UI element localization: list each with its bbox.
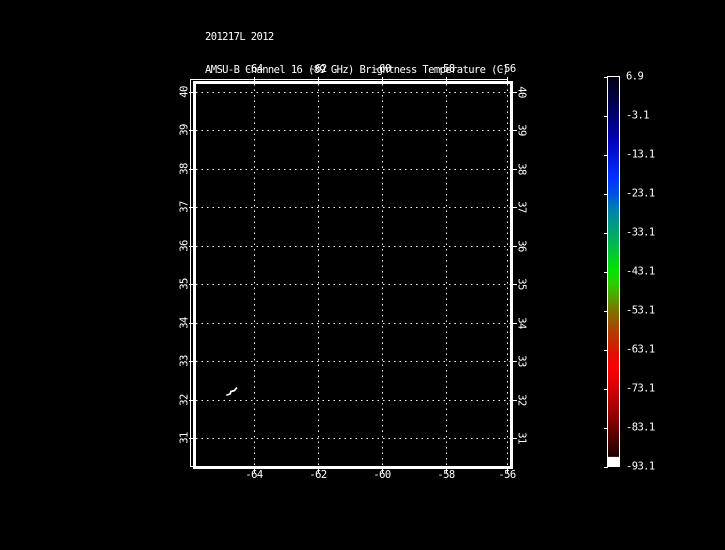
lat-label-right: 35 xyxy=(515,278,528,290)
colorbar-tick-label: -13.1 xyxy=(626,148,655,161)
tick-mark xyxy=(446,469,447,473)
colorbar-tick-label: -83.1 xyxy=(626,421,655,434)
lat-label-right: 39 xyxy=(515,124,528,136)
tick-mark xyxy=(507,77,508,81)
tick-mark xyxy=(513,130,517,131)
colorbar-tick-label: -33.1 xyxy=(626,226,655,239)
lon-gridline xyxy=(507,84,508,466)
tick-mark xyxy=(318,469,319,473)
tick-mark xyxy=(446,77,447,81)
tick-mark xyxy=(513,207,517,208)
lat-label-right: 38 xyxy=(515,163,528,175)
tick-mark xyxy=(604,350,608,351)
lon-label-top: -64 xyxy=(245,63,263,75)
tick-mark xyxy=(513,400,517,401)
tick-mark xyxy=(507,469,508,473)
tick-mark xyxy=(189,130,193,131)
lon-gridline xyxy=(254,84,255,466)
lat-label-right: 34 xyxy=(515,317,528,329)
tick-mark xyxy=(604,311,608,312)
colorbar-tick-label: -43.1 xyxy=(626,265,655,278)
bermuda-coastline-icon xyxy=(226,387,238,396)
colorbar-gradient xyxy=(607,76,620,467)
tick-mark xyxy=(382,77,383,81)
colorbar-tick-label: -53.1 xyxy=(626,304,655,317)
lon-gridline xyxy=(318,84,319,466)
title-date-line: 201217L 2012 xyxy=(205,31,274,43)
tick-mark xyxy=(604,155,608,156)
tick-mark xyxy=(513,323,517,324)
lat-label-right: 36 xyxy=(515,240,528,252)
lat-gridline xyxy=(196,284,510,285)
colorbar-tick-label: -23.1 xyxy=(626,187,655,200)
tick-mark xyxy=(318,77,319,81)
tick-mark xyxy=(604,194,608,195)
lat-label-right: 32 xyxy=(515,394,528,406)
lon-label-top: -58 xyxy=(437,63,455,75)
tick-mark xyxy=(189,207,193,208)
map-area xyxy=(196,84,510,466)
tick-mark xyxy=(513,361,517,362)
tick-mark xyxy=(189,323,193,324)
tick-mark xyxy=(189,361,193,362)
lat-gridline xyxy=(196,246,510,247)
lat-gridline xyxy=(196,323,510,324)
lat-gridline xyxy=(196,438,510,439)
lon-label-top: -60 xyxy=(373,63,391,75)
tick-mark xyxy=(189,438,193,439)
plot-canvas: 201217L 2012 AMSU-B Channel 16 (89 GHz) … xyxy=(0,0,725,550)
tick-mark xyxy=(604,389,608,390)
tick-mark xyxy=(189,400,193,401)
tick-mark xyxy=(604,272,608,273)
lat-label-right: 37 xyxy=(515,201,528,213)
lat-gridline xyxy=(196,130,510,131)
colorbar-tick-label: -3.1 xyxy=(626,109,649,122)
lat-gridline xyxy=(196,400,510,401)
colorbar-tick-label: -93.1 xyxy=(626,460,655,473)
tick-mark xyxy=(604,77,608,78)
lat-label-right: 40 xyxy=(515,86,528,98)
lon-gridline xyxy=(446,84,447,466)
tick-mark xyxy=(189,169,193,170)
tick-mark xyxy=(513,246,517,247)
tick-mark xyxy=(604,116,608,117)
lon-label-top: -56 xyxy=(498,63,516,75)
tick-mark xyxy=(604,233,608,234)
lat-gridline xyxy=(196,207,510,208)
tick-mark xyxy=(513,284,517,285)
tick-mark xyxy=(254,77,255,81)
lat-gridline xyxy=(196,92,510,93)
lon-label-top: -62 xyxy=(309,63,327,75)
colorbar-tick-label: 6.9 xyxy=(626,70,644,83)
colorbar-tick-label: -73.1 xyxy=(626,382,655,395)
lat-gridline xyxy=(196,361,510,362)
lat-label-right: 31 xyxy=(515,432,528,444)
tick-mark xyxy=(513,169,517,170)
lat-label-right: 33 xyxy=(515,355,528,367)
lat-gridline xyxy=(196,169,510,170)
tick-mark xyxy=(189,92,193,93)
tick-mark xyxy=(604,467,608,468)
tick-mark xyxy=(604,428,608,429)
colorbar-tick-label: -63.1 xyxy=(626,343,655,356)
lon-gridline xyxy=(382,84,383,466)
tick-mark xyxy=(189,246,193,247)
tick-mark xyxy=(382,469,383,473)
tick-mark xyxy=(513,92,517,93)
tick-mark xyxy=(513,438,517,439)
tick-mark xyxy=(189,284,193,285)
tick-mark xyxy=(254,469,255,473)
